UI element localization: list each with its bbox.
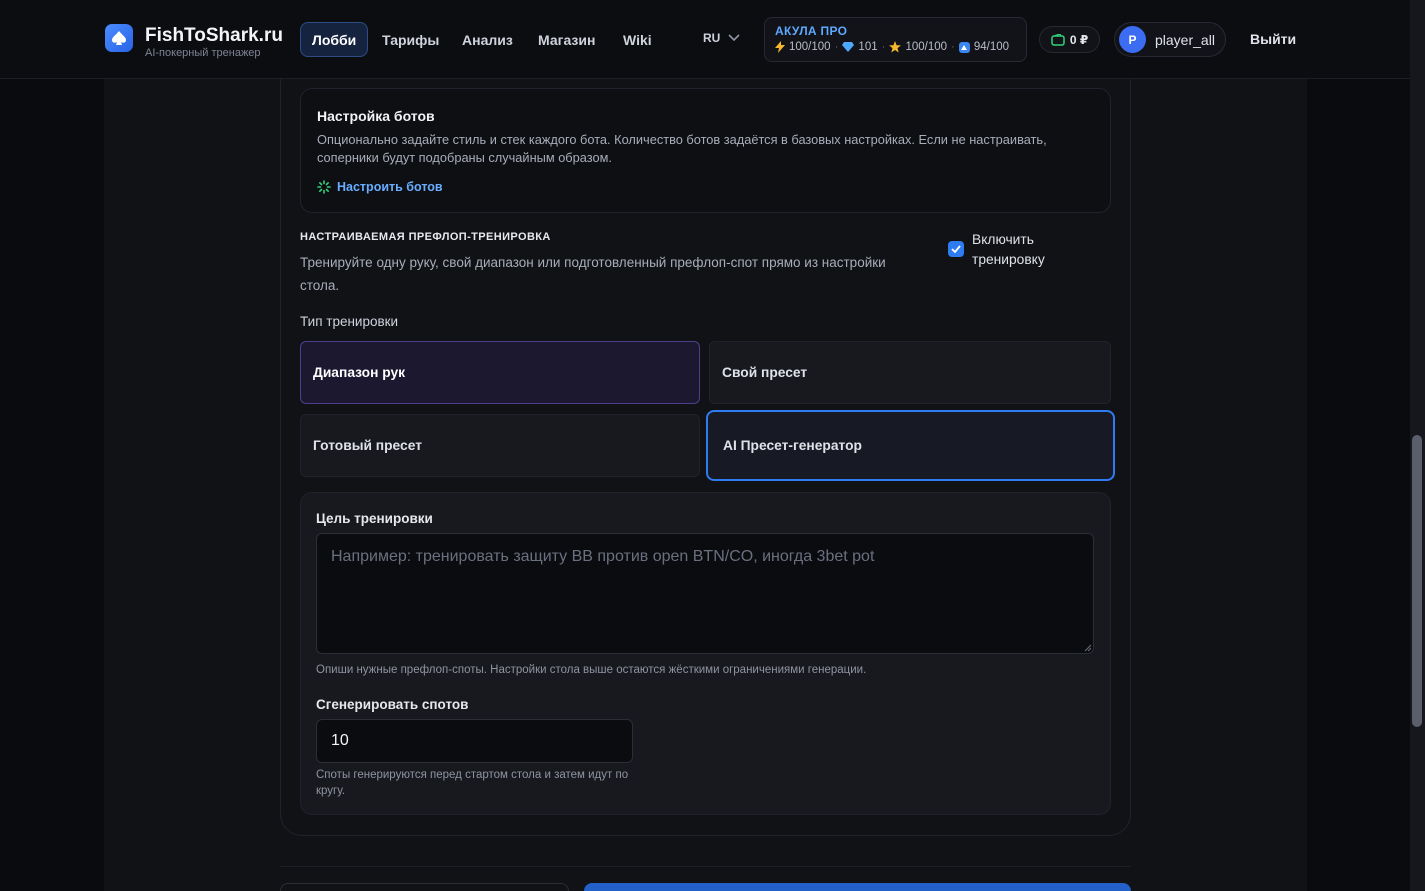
bots-description: Опционально задайте стиль и стек каждого… [317,132,1047,165]
stat-gems: 101 [858,41,878,53]
language-selector[interactable]: RU [703,31,740,45]
enable-training-checkbox[interactable] [948,241,964,257]
spade-logo-icon[interactable] [105,24,133,52]
nav-shop[interactable]: Магазин [526,22,607,57]
enable-training-label: Включить тренировку [972,232,1045,267]
username: player_all [1155,31,1215,48]
resize-handle-icon[interactable] [1084,644,1092,652]
primary-action-button[interactable] [584,883,1131,891]
nav-tariffs[interactable]: Тарифы [370,22,451,57]
option-custom-preset[interactable]: Свой пресет [709,341,1111,404]
bots-title: Настройка ботов [317,108,435,124]
lightning-icon [775,41,785,53]
chevron-down-icon [728,34,740,42]
goal-hint: Опиши нужные префлоп-споты. Настройки ст… [316,664,867,676]
training-type-label: Тип тренировки [300,314,399,329]
avatar: P [1119,26,1146,53]
configure-bots-label: Настроить ботов [337,180,443,194]
logout-button[interactable]: Выйти [1250,31,1296,47]
stat-sharks: 94/100 [973,41,1010,53]
nav-analysis[interactable]: Анализ [450,22,525,57]
training-section-title: НАСТРАИВАЕМАЯ ПРЕФЛОП-ТРЕНИРОВКА [300,231,551,243]
plan-stats: 100/100 · 101 · 100/100 · 94/100 [775,41,1016,53]
section-divider [280,866,1131,867]
brand-name[interactable]: FishToShark.ru [145,25,283,47]
brand-subtitle: AI-покерный тренажер [145,47,261,59]
configure-bots-link[interactable]: Настроить ботов [317,180,1094,194]
secondary-action-button[interactable] [280,883,569,891]
wallet-balance[interactable]: 0 ₽ [1039,26,1100,53]
scrollbar-thumb[interactable] [1412,435,1422,727]
checkmark-icon [951,245,961,253]
training-section-description: Тренируйте одну руку, свой диапазон или … [300,255,886,293]
shark-icon [958,41,970,53]
wallet-icon [1051,33,1065,46]
wallet-amount: 0 ₽ [1069,32,1089,47]
spot-count-label: Сгенерировать спотов [316,697,469,712]
enable-training-toggle[interactable]: Включить тренировку [948,230,1062,270]
option-ai-preset-generator[interactable]: AI Пресет-генератор [706,410,1115,481]
nav-lobby[interactable]: Лобби [300,22,369,57]
language-label: RU [703,31,721,45]
option-hand-range[interactable]: Диапазон рук [300,341,700,404]
goal-textarea[interactable]: Например: тренировать защиту BB против o… [316,533,1094,654]
spot-count-hint: Споты генерируются перед стартом стола и… [316,769,629,797]
option-ready-preset[interactable]: Готовый пресет [300,414,700,477]
stat-stars: 100/100 [905,41,948,53]
goal-label: Цель тренировки [316,511,433,526]
top-navbar: FishToShark.ru AI-покерный тренажер Лобб… [0,0,1410,79]
nav-wiki[interactable]: Wiki [611,22,664,57]
bots-settings-card: Настройка ботов Опционально задайте стил… [300,88,1111,213]
loading-spinner-icon [317,180,331,194]
plan-title: АКУЛА ПРО [775,24,848,38]
diamond-icon [842,42,855,52]
user-menu[interactable]: P player_all [1114,22,1226,57]
spot-count-input[interactable]: 10 [316,719,633,763]
plan-status-box[interactable]: АКУЛА ПРО 100/100 · 101 · 100/100 · 94/1… [764,17,1027,62]
stat-energy: 100/100 [789,41,831,53]
star-icon [889,41,902,53]
